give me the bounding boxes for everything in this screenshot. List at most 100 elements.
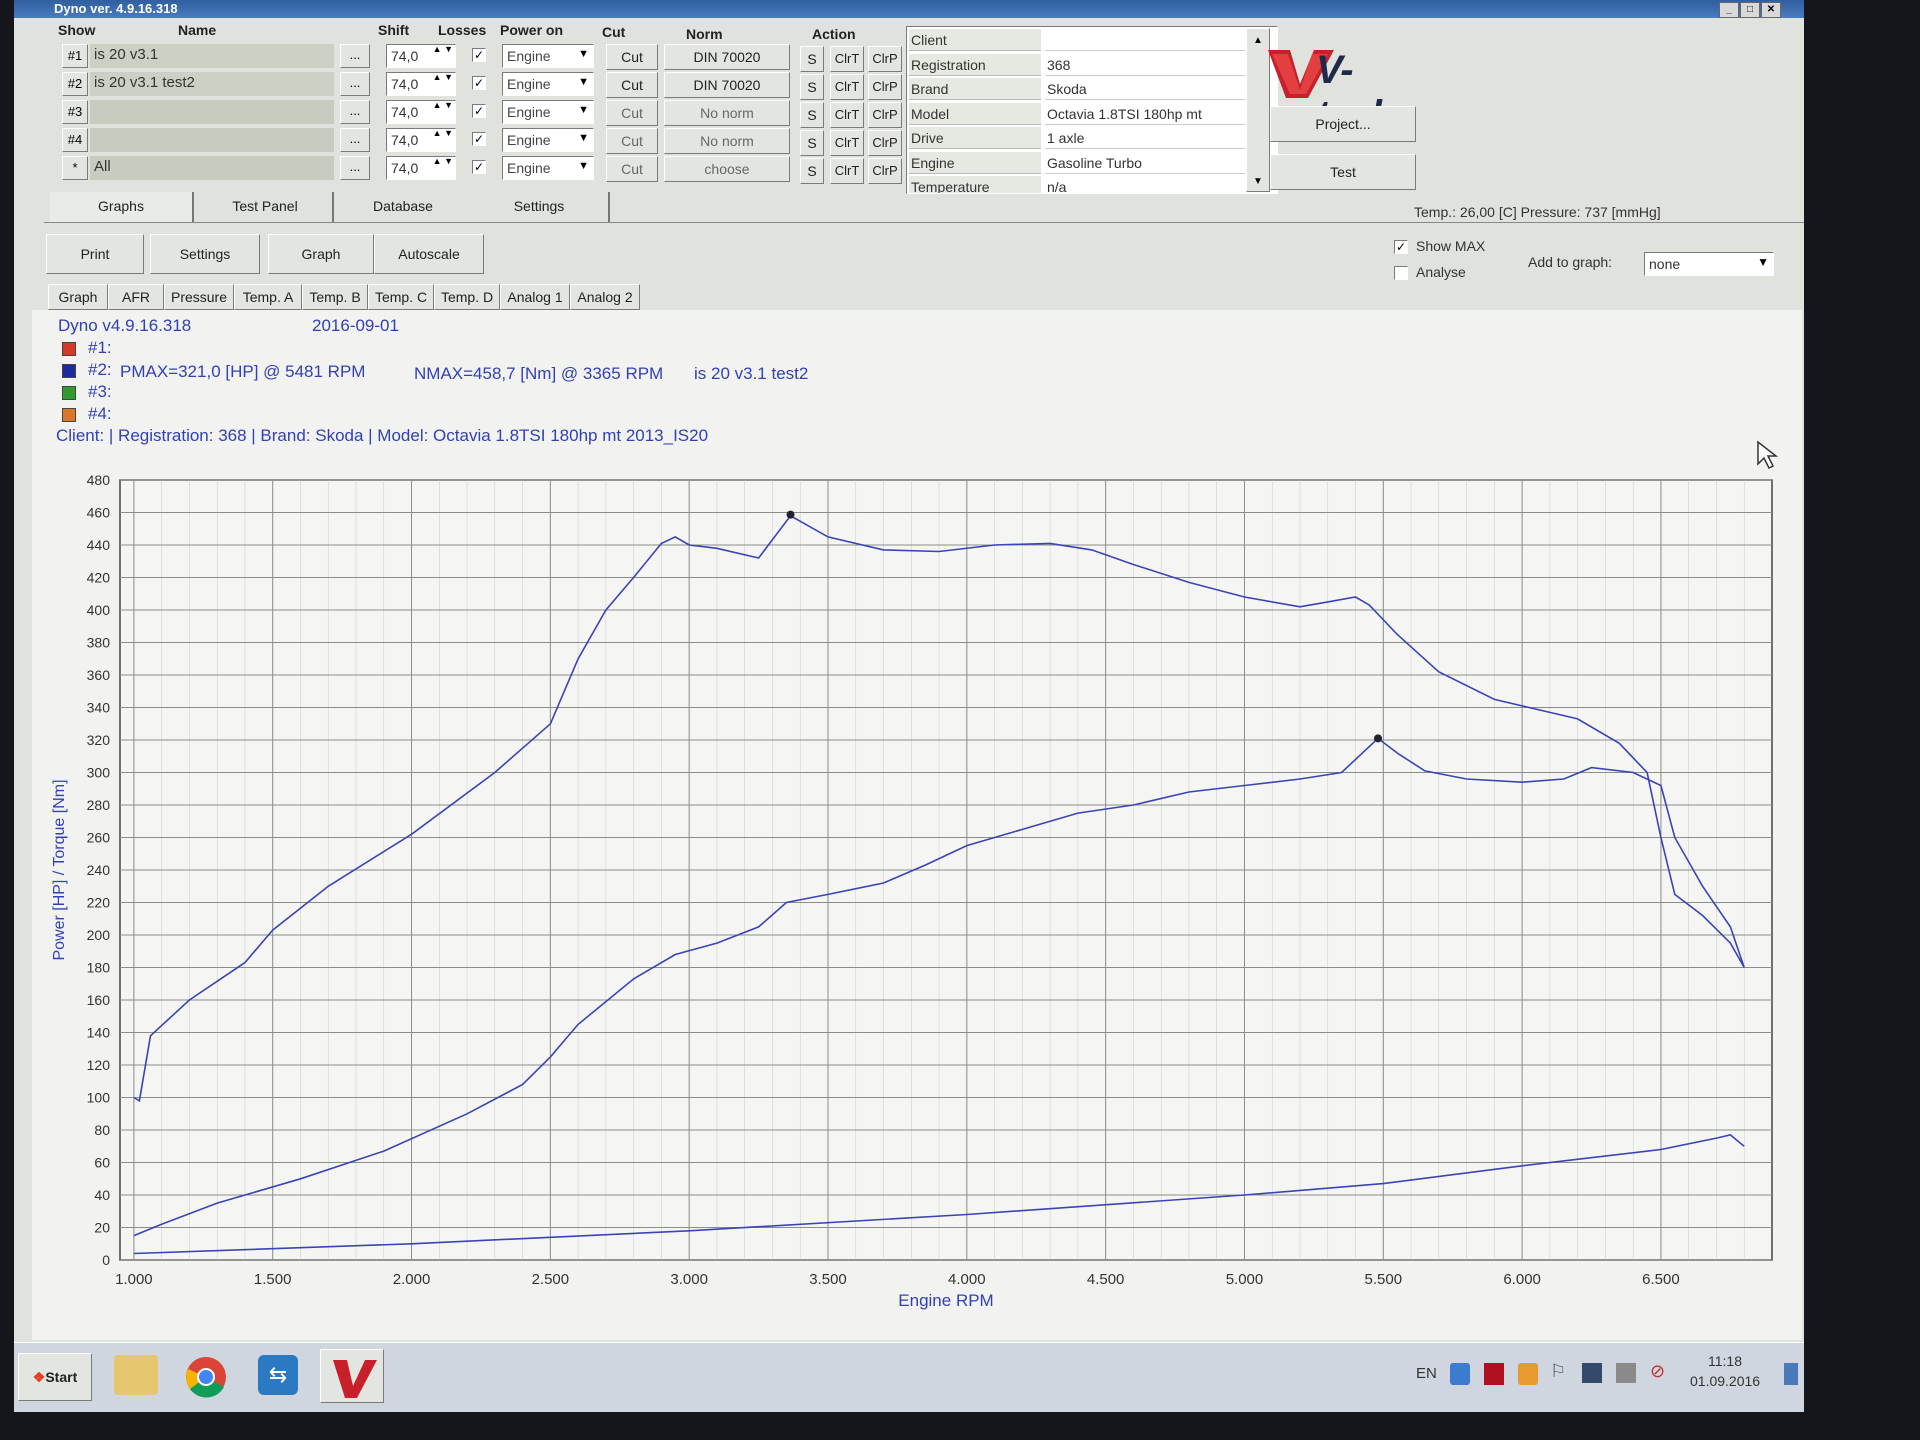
subtab-afr[interactable]: AFR: [108, 284, 164, 310]
tab-database[interactable]: Database: [336, 192, 472, 222]
power-on-select[interactable]: Engine ▼: [502, 128, 594, 152]
spinner-arrows-icon[interactable]: ▲ ▼: [433, 44, 453, 55]
norm-button[interactable]: DIN 70020: [664, 44, 790, 70]
action-clrt-button[interactable]: ClrT: [830, 74, 864, 100]
losses-checkbox[interactable]: ✓: [472, 104, 486, 118]
chrome-icon[interactable]: [184, 1355, 228, 1399]
print-button[interactable]: Print: [46, 234, 144, 274]
row-show-toggle[interactable]: *: [62, 156, 88, 180]
action-clrt-button[interactable]: ClrT: [830, 158, 864, 184]
explorer-icon[interactable]: [114, 1355, 158, 1395]
row-name[interactable]: [90, 128, 334, 152]
minimize-icon[interactable]: _: [1719, 2, 1739, 18]
cut-button[interactable]: Cut: [606, 44, 658, 70]
info-value[interactable]: Gasoline Turbo: [1045, 152, 1245, 174]
clock-date[interactable]: 01.09.2016: [1690, 1373, 1760, 1389]
row-edit-button[interactable]: ...: [340, 44, 370, 68]
subtab-pressure[interactable]: Pressure: [164, 284, 234, 310]
info-value[interactable]: n/a: [1045, 176, 1245, 193]
cut-button[interactable]: Cut: [606, 128, 658, 154]
info-value[interactable]: 368: [1045, 54, 1245, 76]
power-on-select[interactable]: Engine ▼: [502, 100, 594, 124]
row-edit-button[interactable]: ...: [340, 72, 370, 96]
norm-button[interactable]: No norm: [664, 128, 790, 154]
skype-tray-icon[interactable]: [1450, 1363, 1470, 1385]
row-edit-button[interactable]: ...: [340, 156, 370, 180]
spinner-arrows-icon[interactable]: ▲ ▼: [433, 72, 453, 83]
scroll-up-icon[interactable]: ▲: [1253, 35, 1263, 46]
info-value[interactable]: Skoda: [1045, 78, 1245, 100]
subtab-graph[interactable]: Graph: [48, 284, 108, 310]
cut-button[interactable]: Cut: [606, 100, 658, 126]
row-show-toggle[interactable]: #4: [62, 128, 88, 152]
teamviewer-icon[interactable]: ⇆: [258, 1355, 298, 1395]
row-name[interactable]: is 20 v3.1 test2: [90, 72, 334, 96]
shift-spinner[interactable]: 74,0 ▲ ▼: [386, 72, 456, 96]
action-s-button[interactable]: S: [800, 74, 824, 100]
spinner-arrows-icon[interactable]: ▲ ▼: [433, 100, 453, 111]
norm-button[interactable]: choose: [664, 156, 790, 182]
action-s-button[interactable]: S: [800, 102, 824, 128]
subtab-temp-a[interactable]: Temp. A: [234, 284, 302, 310]
autoscale-button[interactable]: Autoscale: [374, 234, 484, 274]
volume-muted-icon[interactable]: ⊘: [1650, 1361, 1665, 1382]
flag-tray-icon[interactable]: ⚐: [1550, 1361, 1566, 1382]
show-max-checkbox[interactable]: ✓: [1394, 240, 1408, 254]
maximize-icon[interactable]: □: [1740, 2, 1760, 18]
losses-checkbox[interactable]: ✓: [472, 160, 486, 174]
row-show-toggle[interactable]: #3: [62, 100, 88, 124]
power-on-select[interactable]: Engine ▼: [502, 44, 594, 68]
action-clrp-button[interactable]: ClrP: [868, 158, 902, 184]
subtab-analog-1[interactable]: Analog 1: [500, 284, 570, 310]
project-button[interactable]: Project...: [1270, 106, 1416, 142]
tab-test-panel[interactable]: Test Panel: [198, 192, 334, 222]
action-clrt-button[interactable]: ClrT: [830, 102, 864, 128]
action-s-button[interactable]: S: [800, 158, 824, 184]
norm-button[interactable]: No norm: [664, 100, 790, 126]
action-s-button[interactable]: S: [800, 130, 824, 156]
row-show-toggle[interactable]: #1: [62, 44, 88, 68]
scroll-down-icon[interactable]: ▼: [1253, 176, 1263, 187]
subtab-temp-b[interactable]: Temp. B: [302, 284, 368, 310]
shift-spinner[interactable]: 74,0 ▲ ▼: [386, 156, 456, 180]
update-tray-icon[interactable]: [1518, 1363, 1538, 1385]
test-button[interactable]: Test: [1270, 154, 1416, 190]
shift-spinner[interactable]: 74,0 ▲ ▼: [386, 100, 456, 124]
subtab-temp-c[interactable]: Temp. C: [368, 284, 434, 310]
norm-button[interactable]: DIN 70020: [664, 72, 790, 98]
clock-time[interactable]: 11:18: [1708, 1353, 1742, 1369]
spinner-arrows-icon[interactable]: ▲ ▼: [433, 128, 453, 139]
action-clrp-button[interactable]: ClrP: [868, 46, 902, 72]
subtab-analog-2[interactable]: Analog 2: [570, 284, 640, 310]
analyse-checkbox[interactable]: [1394, 266, 1408, 280]
graph-button[interactable]: Graph: [268, 234, 374, 274]
action-clrt-button[interactable]: ClrT: [830, 130, 864, 156]
dyno-task-button[interactable]: [320, 1349, 384, 1403]
language-indicator[interactable]: EN: [1416, 1365, 1437, 1382]
losses-checkbox[interactable]: ✓: [472, 76, 486, 90]
losses-checkbox[interactable]: ✓: [472, 132, 486, 146]
shift-spinner[interactable]: 74,0 ▲ ▼: [386, 128, 456, 152]
power-on-select[interactable]: Engine ▼: [502, 156, 594, 180]
app-tray-icon[interactable]: [1484, 1363, 1504, 1385]
show-desktop-button[interactable]: [1784, 1363, 1798, 1385]
tab-settings[interactable]: Settings: [470, 192, 610, 222]
row-name[interactable]: is 20 v3.1: [90, 44, 334, 68]
subtab-temp-d[interactable]: Temp. D: [434, 284, 500, 310]
power-on-select[interactable]: Engine ▼: [502, 72, 594, 96]
spinner-arrows-icon[interactable]: ▲ ▼: [433, 156, 453, 167]
settings-button[interactable]: Settings: [150, 234, 260, 274]
network-tray-icon[interactable]: [1616, 1363, 1636, 1383]
tab-graphs[interactable]: Graphs: [50, 192, 194, 222]
losses-checkbox[interactable]: ✓: [472, 48, 486, 62]
row-name[interactable]: All: [90, 156, 334, 180]
cut-button[interactable]: Cut: [606, 156, 658, 182]
shift-spinner[interactable]: 74,0 ▲ ▼: [386, 44, 456, 68]
info-value[interactable]: [1045, 29, 1245, 51]
monitor-tray-icon[interactable]: [1582, 1363, 1602, 1383]
cut-button[interactable]: Cut: [606, 72, 658, 98]
action-clrp-button[interactable]: ClrP: [868, 74, 902, 100]
action-clrp-button[interactable]: ClrP: [868, 102, 902, 128]
row-edit-button[interactable]: ...: [340, 128, 370, 152]
action-clrt-button[interactable]: ClrT: [830, 46, 864, 72]
